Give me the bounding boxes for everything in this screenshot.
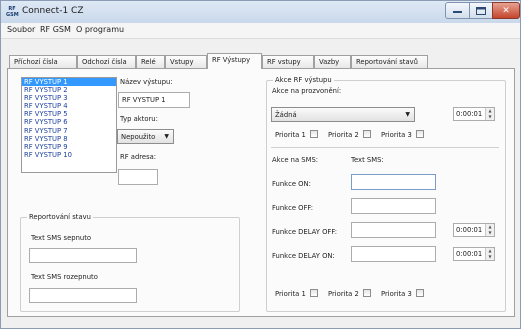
priority-2-sms-label: Priorita 2 <box>328 290 359 298</box>
chevron-down-icon: ▼ <box>164 133 169 140</box>
tab-vazby[interactable]: Vazby <box>314 55 351 68</box>
actuator-type-select[interactable]: Nepoužito ▼ <box>117 129 174 144</box>
spin-arrows-icon[interactable]: ▲ ▼ <box>485 248 494 260</box>
app-icon: RF GSM <box>6 6 19 18</box>
priority-3-label: Priorita 3 <box>381 131 412 139</box>
list-item[interactable]: RF VYSTUP 9 <box>22 143 116 151</box>
chevron-down-icon: ▼ <box>405 111 410 118</box>
tab-panel-rf-vystupy: RF VYSTUP 1 RF VYSTUP 2 RF VYSTUP 3 RF V… <box>7 68 515 317</box>
list-item[interactable]: RF VYSTUP 4 <box>22 102 116 110</box>
func-on-label: Funkce ON: <box>272 180 311 188</box>
spin-arrows-icon[interactable]: ▲ ▼ <box>485 108 494 120</box>
list-item[interactable]: RF VYSTUP 3 <box>22 94 116 102</box>
priority-3-checkbox[interactable] <box>416 130 424 138</box>
rf-address-input[interactable] <box>118 169 158 185</box>
tab-rele[interactable]: Relé <box>136 55 165 68</box>
list-item[interactable]: RF VYSTUP 5 <box>22 110 116 118</box>
minimize-button[interactable] <box>445 2 470 19</box>
close-icon: ✕ <box>502 5 510 16</box>
rf-output-list[interactable]: RF VYSTUP 1 RF VYSTUP 2 RF VYSTUP 3 RF V… <box>21 77 117 173</box>
spin-arrows-icon[interactable]: ▲ ▼ <box>485 224 494 236</box>
tab-rf-vstupy[interactable]: RF vstupy <box>262 55 314 68</box>
delay-off-time-value: 0:00:01 <box>456 226 483 234</box>
app-window: RF GSM Connect-1 CZ ✕ Soubor RF GSM O pr… <box>0 0 521 329</box>
list-item[interactable]: RF VYSTUP 8 <box>22 135 116 143</box>
tab-prichozi-cisla[interactable]: Příchozí čísla <box>9 55 77 68</box>
output-name-label: Název výstupu: <box>120 78 173 86</box>
actuator-type-value: Nepoužito <box>121 133 156 141</box>
priority-2-sms-checkbox[interactable] <box>363 289 371 297</box>
func-delay-on-label: Funkce DELAY ON: <box>272 252 335 260</box>
ring-action-value: Žádná <box>275 111 297 119</box>
tab-strip: Příchozí čísla Odchozí čísla Relé Vstupy… <box>1 42 520 69</box>
report-state-group: Reportování stavu Text SMS sepnuto Text … <box>20 213 240 312</box>
sms-off-label: Text SMS rozepnuto <box>31 273 98 281</box>
delay-off-time-spinner[interactable]: 0:00:01 ▲ ▼ <box>453 223 495 237</box>
maximize-button[interactable] <box>469 2 493 19</box>
list-item[interactable]: RF VYSTUP 6 <box>22 118 116 126</box>
sms-action-label: Akce na SMS: <box>272 156 319 164</box>
actuator-type-label: Typ aktoru: <box>120 115 158 123</box>
report-state-title: Reportování stavu <box>27 213 93 221</box>
priority-2-label: Priorita 2 <box>328 131 359 139</box>
func-off-label: Funkce OFF: <box>272 204 314 212</box>
list-item[interactable]: RF VYSTUP 10 <box>22 151 116 159</box>
menu-soubor[interactable]: Soubor <box>7 25 35 34</box>
ring-time-spinner[interactable]: 0:00:01 ▲ ▼ <box>453 107 495 121</box>
sms-text-label: Text SMS: <box>351 156 384 164</box>
maximize-icon <box>476 6 486 15</box>
func-delay-off-input[interactable] <box>351 222 436 238</box>
menu-o-programu[interactable]: O programu <box>76 25 124 34</box>
rf-output-actions-group: Akce RF výstupu Akce na prozvonění: Žádn… <box>266 76 506 312</box>
minimize-icon <box>453 10 462 13</box>
func-delay-off-label: Funkce DELAY OFF: <box>272 228 338 236</box>
priority-1-label: Priorita 1 <box>275 131 306 139</box>
tab-vstupy[interactable]: Vstupy <box>165 55 207 68</box>
tab-reportovani-stavu[interactable]: Reportování stavů <box>351 55 428 68</box>
delay-on-time-spinner[interactable]: 0:00:01 ▲ ▼ <box>453 247 495 261</box>
tab-rf-vystupy[interactable]: RF Výstupy <box>207 53 262 69</box>
priority-2-checkbox[interactable] <box>363 130 371 138</box>
output-name-input[interactable]: RF VYSTUP 1 <box>118 92 190 108</box>
ring-time-value: 0:00:01 <box>456 110 483 118</box>
list-item[interactable]: RF VYSTUP 2 <box>22 86 116 94</box>
list-item[interactable]: RF VYSTUP 1 <box>22 78 116 87</box>
sms-on-label: Text SMS sepnuto <box>31 234 92 242</box>
priority-1-sms-checkbox[interactable] <box>310 289 318 297</box>
priority-1-sms-label: Priorita 1 <box>275 290 306 298</box>
ring-action-label: Akce na prozvonění: <box>272 87 342 95</box>
window-title: Connect-1 CZ <box>22 6 84 16</box>
func-off-input[interactable] <box>351 198 436 214</box>
priority-1-checkbox[interactable] <box>310 130 318 138</box>
actions-group-title: Akce RF výstupu <box>273 76 334 84</box>
func-on-input[interactable] <box>351 174 436 190</box>
ring-action-select[interactable]: Žádná ▼ <box>271 107 415 122</box>
divider <box>271 147 499 148</box>
close-button[interactable]: ✕ <box>492 2 520 19</box>
priority-3-sms-label: Priorita 3 <box>381 290 412 298</box>
tab-odchozi-cisla[interactable]: Odchozí čísla <box>77 55 136 68</box>
sms-on-input[interactable] <box>29 248 137 263</box>
sms-off-input[interactable] <box>29 288 137 303</box>
delay-on-time-value: 0:00:01 <box>456 250 483 258</box>
func-delay-on-input[interactable] <box>351 246 436 262</box>
menu-rf-gsm[interactable]: RF GSM <box>40 25 71 34</box>
rf-address-label: RF adresa: <box>120 153 157 161</box>
title-bar[interactable]: RF GSM Connect-1 CZ ✕ <box>1 1 520 23</box>
menu-bar: Soubor RF GSM O programu <box>1 23 520 39</box>
list-item[interactable]: RF VYSTUP 7 <box>22 127 116 135</box>
priority-3-sms-checkbox[interactable] <box>416 289 424 297</box>
